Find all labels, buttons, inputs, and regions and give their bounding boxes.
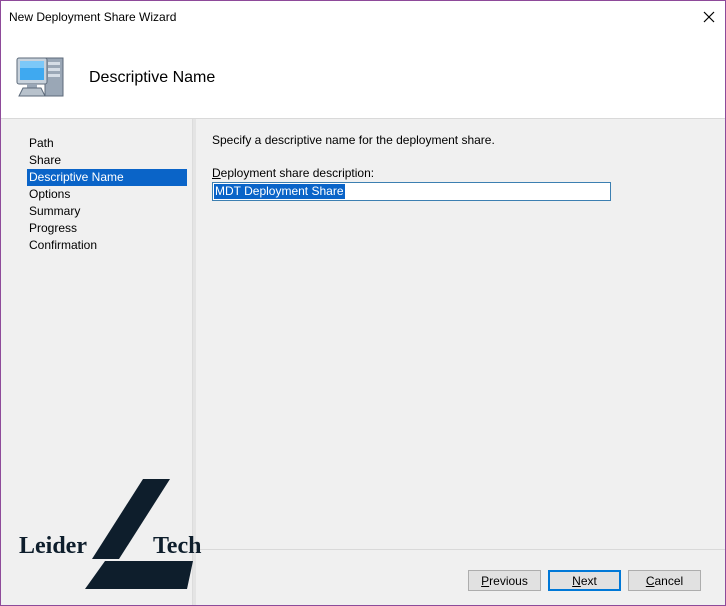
title-bar: New Deployment Share Wizard: [1, 1, 725, 32]
description-label: Deployment share description:: [212, 166, 374, 180]
label-rest: eployment share description:: [220, 166, 375, 180]
next-button[interactable]: Next: [548, 570, 621, 591]
computer-icon: [16, 57, 64, 97]
label-mnemonic: D: [212, 166, 221, 180]
footer-divider: [196, 549, 725, 550]
wizard-content: Specify a descriptive name for the deplo…: [196, 119, 725, 549]
logo-text-leider: Leider: [19, 533, 87, 559]
instruction-text: Specify a descriptive name for the deplo…: [212, 133, 495, 147]
previous-label: revious: [489, 573, 528, 588]
window-title: New Deployment Share Wizard: [9, 10, 177, 24]
nav-item-progress[interactable]: Progress: [27, 220, 187, 237]
cancel-label: ancel: [654, 573, 684, 588]
previous-mnemonic: P: [481, 573, 490, 588]
nav-item-descriptive-name[interactable]: Descriptive Name: [27, 169, 187, 186]
nav-item-options[interactable]: Options: [27, 186, 187, 203]
description-input-value: MDT Deployment Share: [214, 184, 345, 199]
description-input[interactable]: MDT Deployment Share: [212, 182, 611, 201]
leidertech-logo: Leider Tech: [17, 479, 227, 591]
close-button[interactable]: [693, 1, 725, 32]
next-mnemonic: N: [572, 573, 581, 588]
nav-item-confirmation[interactable]: Confirmation: [27, 237, 187, 254]
cancel-mnemonic: C: [645, 573, 655, 588]
page-title: Descriptive Name: [89, 69, 216, 86]
wizard-window: New Deployment Share Wizard Descriptive …: [0, 0, 726, 606]
close-icon: [703, 11, 715, 22]
nav-item-path[interactable]: Path: [27, 135, 187, 152]
nav-item-share[interactable]: Share: [27, 152, 187, 169]
cancel-button[interactable]: Cancel: [628, 570, 701, 591]
wizard-header: Descriptive Name: [1, 32, 725, 118]
next-label: ext: [580, 573, 597, 588]
nav-item-summary[interactable]: Summary: [27, 203, 187, 220]
logo-text-tech: Tech: [153, 533, 202, 559]
previous-button[interactable]: Previous: [468, 570, 541, 591]
